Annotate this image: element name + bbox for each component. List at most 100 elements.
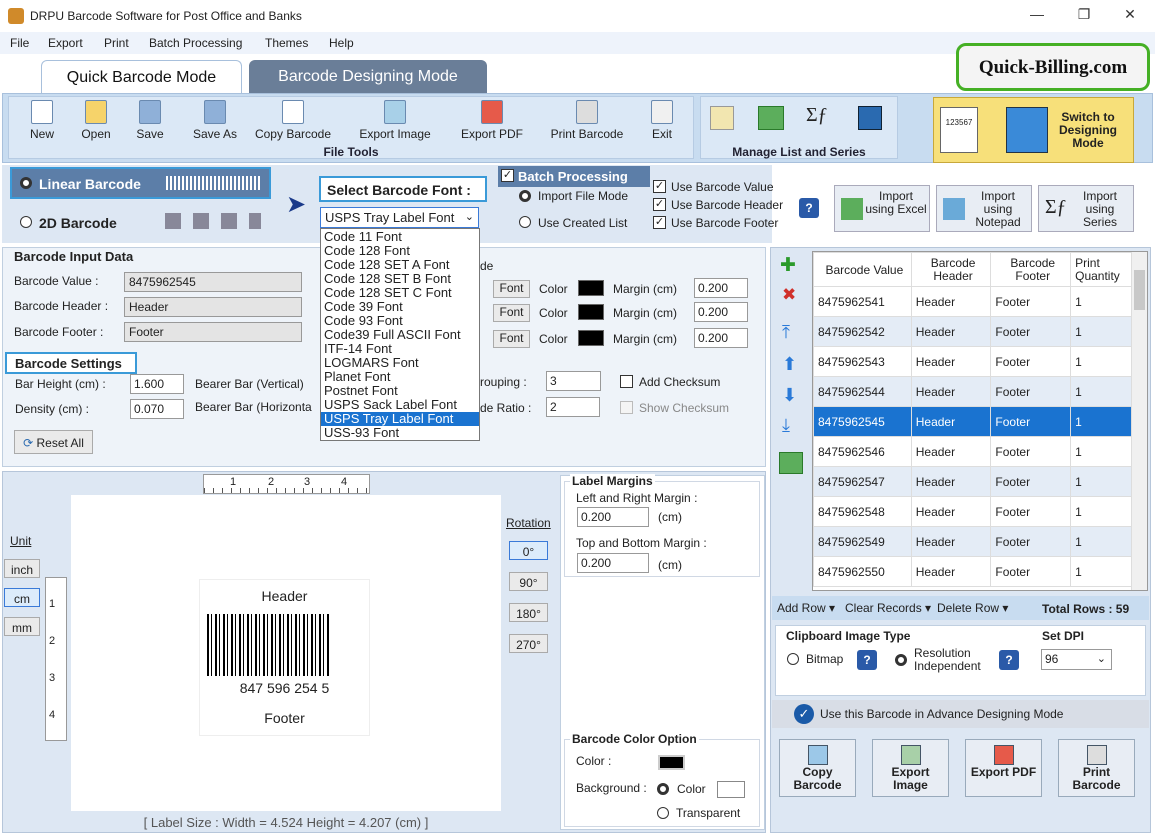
table-row[interactable]: 8475962544 Header Footer 1 (813, 376, 1133, 407)
table-row-selected[interactable]: 8475962545 Header Footer 1 (813, 406, 1133, 437)
export-image-button[interactable]: Export Image (352, 100, 438, 141)
cell-value[interactable]: 8475962550 (813, 556, 912, 587)
margin-input-footer[interactable]: 0.200 (694, 328, 748, 348)
move-up-icon[interactable]: ⬆ (782, 354, 797, 375)
cell-footer[interactable]: Footer (990, 496, 1072, 527)
cell-header[interactable]: Header (910, 286, 992, 317)
cell-header[interactable]: Header (910, 346, 992, 377)
cell-quantity[interactable]: 1 (1070, 286, 1133, 317)
show-checksum-checkbox[interactable] (620, 401, 633, 414)
batch-help-icon[interactable]: ? (799, 198, 819, 218)
cell-quantity[interactable]: 1 (1070, 496, 1133, 527)
font-option[interactable]: Code39 Full ASCII Font (321, 328, 479, 342)
menu-print[interactable]: Print (104, 36, 129, 50)
move-top-icon[interactable]: ⤒ (782, 322, 790, 343)
cell-quantity[interactable]: 1 (1070, 436, 1133, 467)
rotation-0-button[interactable]: 0° (509, 541, 548, 560)
cell-quantity[interactable]: 1 (1070, 466, 1133, 497)
column-header[interactable]: Barcode Value (813, 252, 912, 287)
cell-footer[interactable]: Footer (990, 346, 1072, 377)
unit-cm-button[interactable]: cm (4, 588, 40, 607)
export-image-action[interactable]: Export Image (872, 739, 949, 797)
column-header[interactable]: Print Quantity (1070, 252, 1133, 287)
rotation-180-button[interactable]: 180° (509, 603, 548, 622)
table-row[interactable]: 8475962541 Header Footer 1 (813, 286, 1133, 317)
table-row[interactable]: 8475962547 Header Footer 1 (813, 466, 1133, 497)
column-header[interactable]: Barcode Footer (990, 252, 1072, 287)
cell-header[interactable]: Header (910, 436, 992, 467)
cell-header[interactable]: Header (910, 376, 992, 407)
font-button-value[interactable]: Font (493, 280, 530, 298)
font-select[interactable]: USPS Tray Label Font ⌄ (320, 207, 479, 228)
export-excel-icon[interactable] (779, 452, 803, 474)
use-created-radio[interactable] (519, 216, 531, 228)
font-option[interactable]: Planet Font (321, 370, 479, 384)
unit-mm-button[interactable]: mm (4, 617, 40, 636)
font-option-selected[interactable]: USPS Tray Label Font (321, 412, 479, 426)
add-checksum-checkbox[interactable] (620, 375, 633, 388)
barcode-header-input[interactable]: Header (124, 297, 302, 317)
bitmap-help-icon[interactable]: ? (857, 650, 877, 670)
font-option[interactable]: ITF-14 Font (321, 342, 479, 356)
maximize-button[interactable]: ❐ (1074, 6, 1094, 23)
exit-button[interactable]: Exit (644, 100, 680, 141)
table-scrollbar[interactable] (1131, 252, 1147, 590)
barcode-color-swatch[interactable] (658, 755, 685, 770)
delete-row-button[interactable]: Delete Row ▾ (937, 601, 1008, 615)
use-footer-checkbox[interactable]: ✓ (653, 216, 666, 229)
font-button-header[interactable]: Font (493, 304, 530, 322)
cell-value[interactable]: 8475962547 (813, 466, 912, 497)
bg-color-radio[interactable] (657, 783, 669, 795)
cell-footer[interactable]: Footer (990, 406, 1072, 437)
copy-barcode-action[interactable]: Copy Barcode (779, 739, 856, 797)
cell-header[interactable]: Header (910, 466, 992, 497)
font-option[interactable]: Postnet Font (321, 384, 479, 398)
unit-inch-button[interactable]: inch (4, 559, 40, 578)
cell-footer[interactable]: Footer (990, 556, 1072, 587)
font-option[interactable]: Code 128 SET A Font (321, 258, 479, 272)
cell-footer[interactable]: Footer (990, 376, 1072, 407)
ratio-input[interactable]: 2 (546, 397, 600, 417)
table-row[interactable]: 8475962546 Header Footer 1 (813, 436, 1133, 467)
font-option[interactable]: Code 93 Font (321, 314, 479, 328)
bg-transparent-radio[interactable] (657, 807, 669, 819)
series-icon[interactable]: Σƒ (806, 104, 828, 127)
font-option[interactable]: Code 128 SET C Font (321, 286, 479, 300)
resolution-radio[interactable] (895, 654, 907, 666)
font-option[interactable]: USS-93 Font (321, 426, 479, 440)
add-row-button[interactable]: Add Row ▾ (777, 601, 835, 615)
use-header-checkbox[interactable]: ✓ (653, 198, 666, 211)
cell-value[interactable]: 8475962544 (813, 376, 912, 407)
move-bottom-icon[interactable]: ⤓ (782, 415, 790, 436)
cell-value[interactable]: 8475962542 (813, 316, 912, 347)
quick-billing-logo[interactable]: Quick-Billing.com (956, 43, 1150, 91)
barcode-footer-input[interactable]: Footer (124, 322, 302, 342)
cell-header[interactable]: Header (910, 556, 992, 587)
save-button[interactable]: Save (128, 100, 172, 141)
cell-value[interactable]: 8475962541 (813, 286, 912, 317)
cell-footer[interactable]: Footer (990, 316, 1072, 347)
cell-value[interactable]: 8475962549 (813, 526, 912, 557)
excel-icon[interactable] (758, 106, 784, 130)
font-option[interactable]: LOGMARS Font (321, 356, 479, 370)
color-swatch-footer[interactable] (578, 330, 604, 346)
font-option[interactable]: Code 39 Font (321, 300, 479, 314)
tab-barcode-designing-mode[interactable]: Barcode Designing Mode (249, 60, 487, 94)
font-option[interactable]: USPS Sack Label Font (321, 398, 479, 412)
cell-quantity[interactable]: 1 (1070, 346, 1133, 377)
font-button-footer[interactable]: Font (493, 330, 530, 348)
cell-footer[interactable]: Footer (990, 286, 1072, 317)
edit-list-icon[interactable] (710, 106, 734, 130)
copy-barcode-button[interactable]: Copy Barcode (250, 100, 336, 141)
table-row[interactable]: 8475962543 Header Footer 1 (813, 346, 1133, 377)
cell-footer[interactable]: Footer (990, 526, 1072, 557)
new-button[interactable]: New (20, 100, 64, 141)
minimize-button[interactable]: — (1027, 6, 1047, 22)
cell-header[interactable]: Header (910, 496, 992, 527)
2d-barcode-label[interactable]: 2D Barcode (39, 215, 117, 231)
move-down-icon[interactable]: ⬇ (782, 385, 797, 406)
cell-quantity[interactable]: 1 (1070, 526, 1133, 557)
cell-footer[interactable]: Footer (990, 436, 1072, 467)
color-swatch-value[interactable] (578, 280, 604, 296)
close-button[interactable]: ✕ (1120, 6, 1140, 23)
